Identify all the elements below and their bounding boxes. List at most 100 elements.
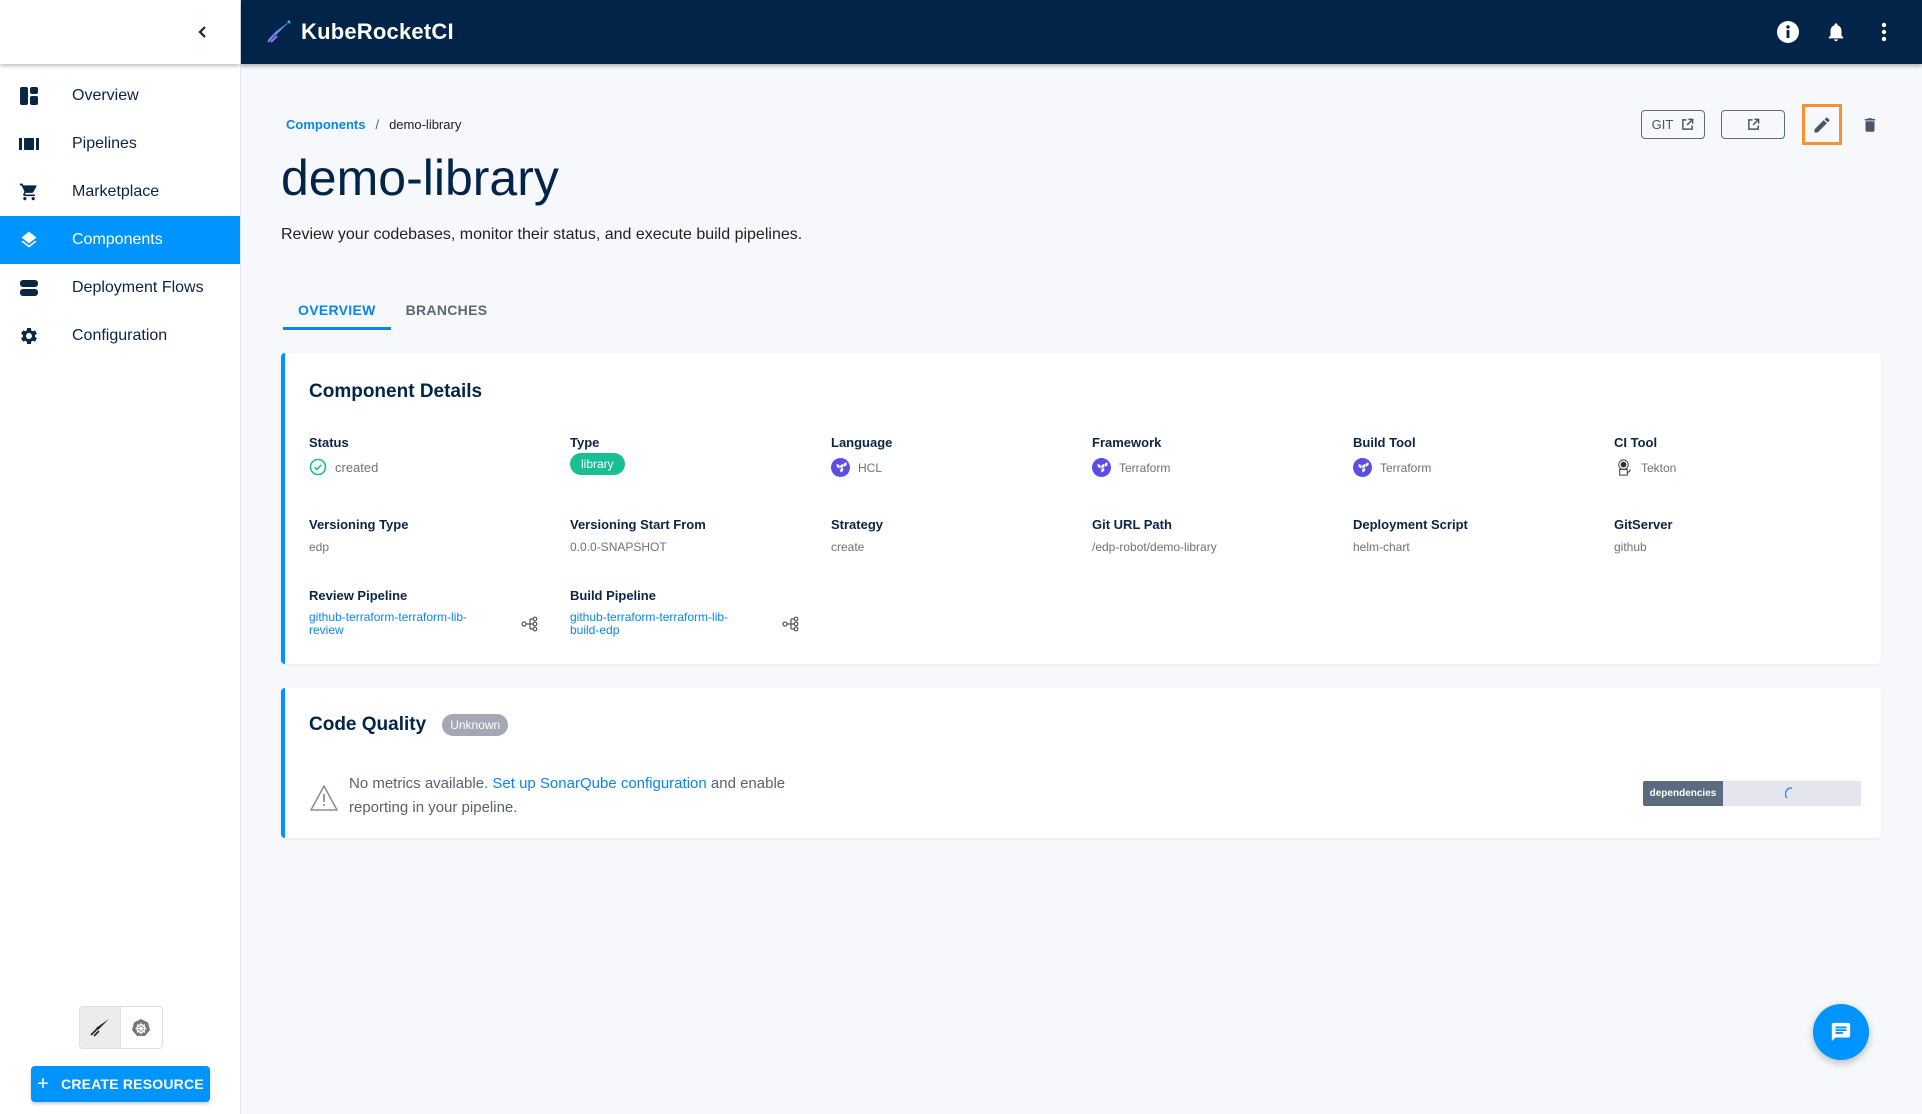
warning-icon: [310, 785, 338, 811]
status-field: Status created: [309, 435, 539, 476]
check-circle-icon: [309, 458, 327, 476]
sidebar-item-label: Overview: [72, 87, 139, 104]
page-title: demo-library: [281, 150, 559, 206]
deployment-script-value: helm-chart: [1353, 540, 1410, 554]
external-link-icon: [1747, 118, 1759, 130]
code-quality-card: Code Quality Unknown No metrics availabl…: [281, 688, 1881, 838]
versioning-type-value: edp: [309, 540, 330, 554]
open-external-button[interactable]: [1721, 110, 1785, 139]
type-label: Type: [570, 435, 600, 450]
breadcrumb-components-link[interactable]: Components: [286, 117, 365, 132]
versioning-start-field: Versioning Start From 0.0.0-SNAPSHOT: [570, 517, 800, 554]
create-resource-button[interactable]: + CREATE RESOURCE: [31, 1066, 210, 1102]
rocket-logo-icon: [267, 20, 291, 43]
code-quality-title: Code Quality: [309, 714, 427, 735]
open-git-button[interactable]: GIT: [1641, 110, 1705, 139]
breadcrumb: Components / demo-library: [286, 117, 461, 132]
info-icon[interactable]: [1776, 20, 1800, 44]
status-value-row: created: [309, 458, 539, 476]
sidebar-item-configuration[interactable]: Configuration: [0, 312, 240, 360]
tab-branches[interactable]: BRANCHES: [391, 290, 503, 330]
component-details-title: Component Details: [309, 381, 483, 402]
build-pipeline-row: github-terraform-terraform-lib-build-edp: [570, 611, 800, 637]
chat-icon: [1831, 1022, 1851, 1042]
build-tool-value: Terraform: [1380, 460, 1432, 475]
ci-tool-field: CI Tool Tekton: [1614, 435, 1844, 477]
sidebar: Overview Pipelines Marketplace Component…: [0, 0, 241, 1114]
status-value: created: [335, 459, 379, 475]
build-tool-label: Build Tool: [1353, 435, 1416, 450]
build-pipeline-link[interactable]: github-terraform-terraform-lib-build-edp: [570, 611, 736, 637]
sidebar-item-label: Components: [72, 231, 163, 248]
tekton-icon: [1614, 458, 1633, 477]
ci-tool-value: Tekton: [1641, 460, 1677, 475]
language-value: HCL: [858, 460, 883, 475]
ci-tool-label: CI Tool: [1614, 435, 1658, 450]
notifications-bell-icon[interactable]: [1824, 20, 1848, 44]
mode-toggle-group: [78, 1006, 163, 1049]
sidebar-item-components[interactable]: Components: [0, 216, 240, 264]
sidebar-bottom: + CREATE RESOURCE: [0, 1006, 241, 1102]
plus-icon: +: [37, 1072, 50, 1095]
pencil-icon: [1814, 116, 1830, 132]
strategy-label: Strategy: [831, 517, 884, 532]
ci-tool-value-row: Tekton: [1614, 458, 1844, 477]
header-actions: [1776, 0, 1896, 64]
breadcrumb-separator: /: [375, 117, 380, 132]
message-prefix: No metrics available.: [349, 775, 493, 792]
git-server-label: GitServer: [1614, 517, 1673, 532]
code-quality-message: No metrics available. Set up SonarQube c…: [309, 772, 829, 820]
sidebar-item-deployment-flows[interactable]: Deployment Flows: [0, 264, 240, 312]
sidebar-item-label: Pipelines: [72, 135, 137, 152]
sidebar-item-pipelines[interactable]: Pipelines: [0, 120, 240, 168]
review-pipeline-label: Review Pipeline: [309, 588, 408, 603]
kubernetes-mode-toggle[interactable]: [121, 1007, 162, 1048]
git-url-path-field: Git URL Path /edp-robot/demo-library: [1092, 517, 1322, 554]
git-server-field: GitServer github: [1614, 517, 1844, 554]
status-label: Status: [309, 435, 349, 450]
language-value-row: HCL: [831, 458, 1061, 477]
tab-overview[interactable]: OVERVIEW: [283, 290, 391, 330]
sidebar-item-label: Marketplace: [72, 183, 160, 200]
review-pipeline-link[interactable]: github-terraform-terraform-lib-review: [309, 611, 475, 637]
cart-icon: [18, 181, 40, 203]
create-resource-label: CREATE RESOURCE: [61, 1076, 204, 1092]
sidebar-item-marketplace[interactable]: Marketplace: [0, 168, 240, 216]
dependencies-badge: dependencies: [1643, 781, 1861, 806]
code-quality-header: Code Quality Unknown: [309, 714, 509, 736]
sidebar-item-overview[interactable]: Overview: [0, 72, 240, 120]
language-label: Language: [831, 435, 893, 450]
more-vertical-icon[interactable]: [1872, 20, 1896, 44]
page-actions: GIT: [1641, 104, 1882, 145]
sonarqube-config-link[interactable]: Set up SonarQube configuration: [492, 775, 706, 792]
pipeline-diagram-icon[interactable]: [782, 615, 800, 633]
top-app-bar: KubeRocketCI: [241, 0, 1922, 64]
external-link-icon: [1682, 118, 1694, 130]
deployment-script-field: Deployment Script helm-chart: [1353, 517, 1583, 554]
type-chip: library: [570, 453, 625, 475]
pipelines-icon: [18, 133, 40, 155]
collapse-sidebar-button[interactable]: [196, 19, 210, 45]
dependencies-loading: [1723, 781, 1861, 806]
pipeline-diagram-icon[interactable]: [521, 615, 539, 633]
sidebar-item-label: Deployment Flows: [72, 279, 204, 296]
kuberocketci-mode-toggle[interactable]: [79, 1007, 121, 1048]
edit-button[interactable]: [1802, 104, 1842, 145]
versioning-type-field: Versioning Type edp: [309, 517, 539, 554]
deployment-flows-icon: [18, 277, 40, 299]
layers-icon: [18, 229, 40, 251]
trash-icon: [1864, 117, 1876, 132]
terraform-icon: [1092, 458, 1111, 477]
framework-field: Framework Terraform: [1092, 435, 1322, 477]
versioning-start-label: Versioning Start From: [570, 517, 706, 532]
delete-button[interactable]: [1858, 113, 1882, 137]
gear-icon: [18, 325, 40, 347]
feedback-chat-button[interactable]: [1813, 1004, 1869, 1060]
rocket-icon: [89, 1018, 109, 1037]
build-pipeline-field: Build Pipeline github-terraform-terrafor…: [570, 588, 800, 637]
terraform-icon: [1353, 458, 1372, 477]
type-field: Type library: [570, 435, 800, 475]
code-quality-status-badge: Unknown: [442, 714, 509, 736]
app-logo[interactable]: KubeRocketCI: [265, 18, 454, 46]
sidebar-header: [0, 0, 240, 64]
